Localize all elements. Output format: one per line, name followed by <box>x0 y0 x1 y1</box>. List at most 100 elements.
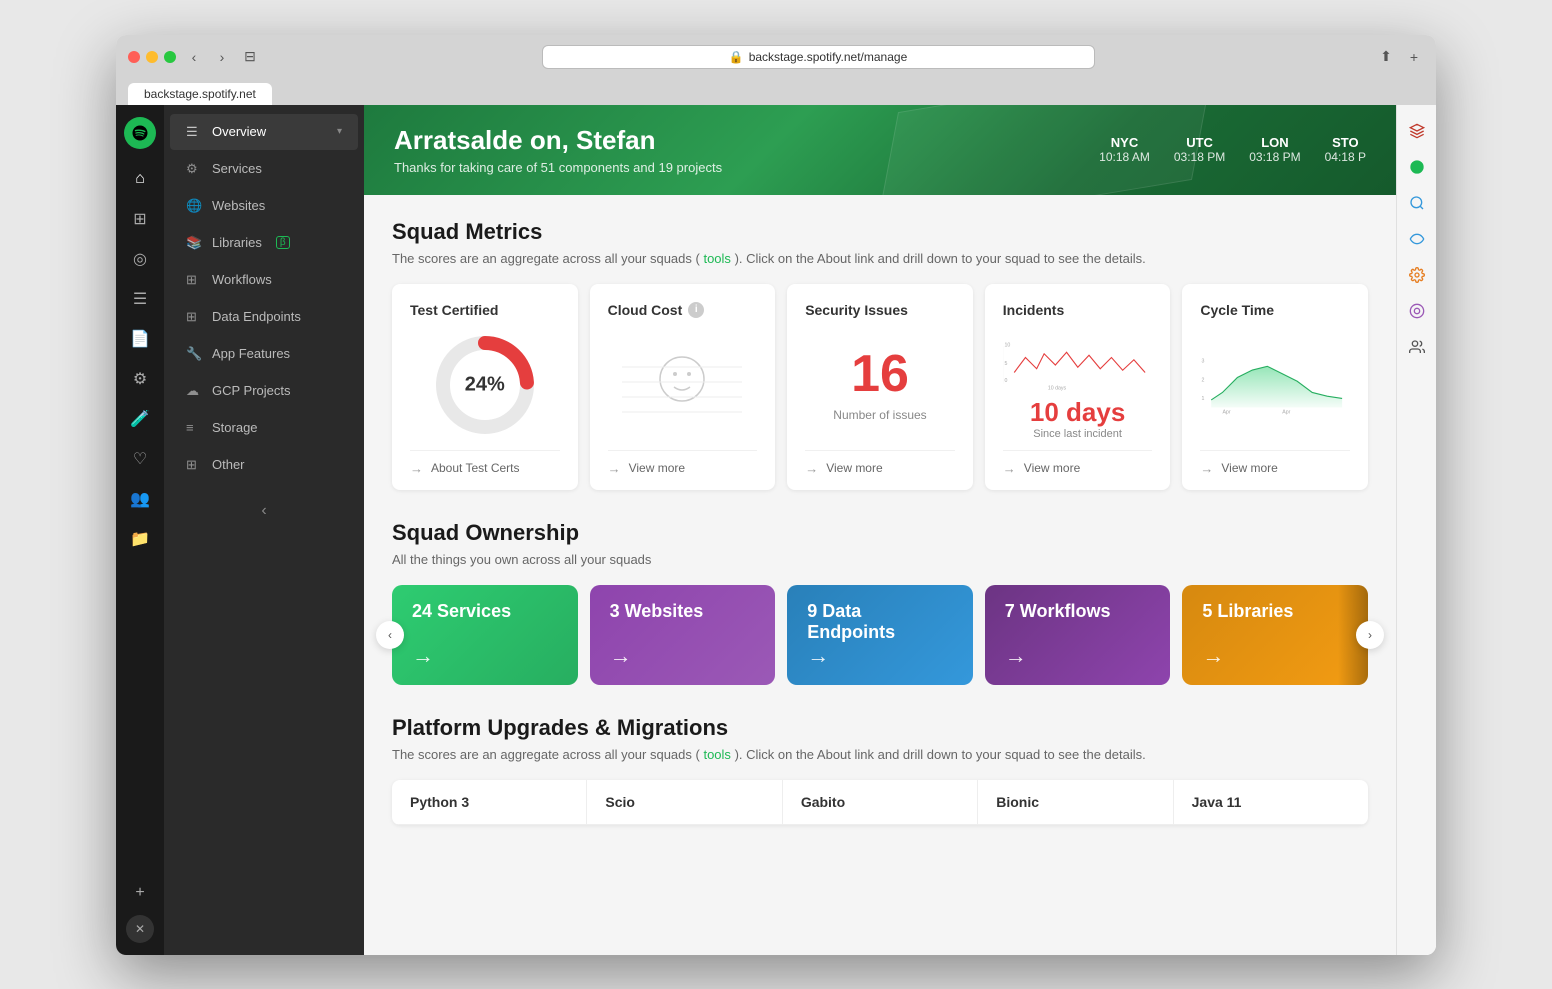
rail-home-icon[interactable]: ⌂ <box>122 161 158 197</box>
metric-card-cycle-time: Cycle Time 3 2 1 Apr Apr <box>1182 284 1368 490</box>
sidebar-item-app-features[interactable]: 🔧 App Features <box>170 336 358 372</box>
close-button[interactable] <box>128 51 140 63</box>
sidebar-label-data-endpoints: Data Endpoints <box>212 309 301 324</box>
ownership-card-websites[interactable]: 3 Websites → <box>590 585 776 685</box>
header-clocks: NYC 10:18 AM UTC 03:18 PM LON 03:18 PM S… <box>1099 135 1366 164</box>
security-issues-body: 16 Number of issues <box>805 330 955 440</box>
browser-tabs: backstage.spotify.net <box>128 77 1424 105</box>
rp-people-icon[interactable] <box>1403 333 1431 361</box>
rail-close-icon[interactable]: ✕ <box>126 915 154 943</box>
header-title: Arratsalde on, Stefan <box>394 125 722 156</box>
rail-docs-icon[interactable]: ☰ <box>122 281 158 317</box>
svg-text:0: 0 <box>1004 378 1007 384</box>
sidebar-item-services[interactable]: ⚙ Services <box>170 151 358 187</box>
rail-search-icon[interactable]: ◎ <box>122 241 158 277</box>
ownership-card-workflows[interactable]: 7 Workflows → <box>985 585 1171 685</box>
address-bar[interactable]: 🔒 backstage.spotify.net/manage <box>542 45 1095 69</box>
security-arrow-icon: → <box>805 461 818 476</box>
tab-view-button[interactable]: ⊟ <box>240 47 260 67</box>
cloud-cost-title: Cloud Cost i <box>608 302 758 318</box>
rail-settings-icon[interactable]: ⚙ <box>122 361 158 397</box>
minimize-button[interactable] <box>146 51 158 63</box>
metric-card-security: Security Issues 16 Number of issues → Vi… <box>787 284 973 490</box>
rp-layers-icon[interactable] <box>1403 117 1431 145</box>
sidebar-item-workflows[interactable]: ⊞ Workflows <box>170 262 358 298</box>
test-certified-footer[interactable]: → About Test Certs <box>410 450 560 476</box>
lock-icon: 🔒 <box>729 50 744 64</box>
cloud-cost-sparkline <box>612 347 752 422</box>
clock-sto-tz: STO <box>1325 135 1366 150</box>
sidebar-item-websites[interactable]: 🌐 Websites <box>170 188 358 224</box>
security-issues-footer[interactable]: → View more <box>805 450 955 476</box>
rail-heart-icon[interactable]: ♡ <box>122 441 158 477</box>
donut-percentage: 24% <box>465 373 505 396</box>
incidents-body: 10 5 0 10 days 10 days Since last incide… <box>1003 330 1153 440</box>
rail-people-icon[interactable]: 👥 <box>122 481 158 517</box>
rail-folder-icon[interactable]: 📁 <box>122 521 158 557</box>
rp-wave-icon[interactable] <box>1403 225 1431 253</box>
rail-flask-icon[interactable]: 🧪 <box>122 401 158 437</box>
sidebar-item-overview[interactable]: ☰ Overview ▾ <box>170 114 358 150</box>
rp-spotify-icon[interactable] <box>1403 153 1431 181</box>
cloud-cost-footer[interactable]: → View more <box>608 450 758 476</box>
scroll-right-button[interactable]: › <box>1356 621 1384 649</box>
main-content: Arratsalde on, Stefan Thanks for taking … <box>364 105 1396 955</box>
active-tab[interactable]: backstage.spotify.net <box>128 83 272 105</box>
rp-circle-icon[interactable] <box>1403 297 1431 325</box>
incidents-info: 10 days Since last incident <box>1003 397 1153 440</box>
ownership-cards-wrapper: ‹ 24 Services → 3 Websites → 9 D <box>392 585 1368 685</box>
clock-nyc: NYC 10:18 AM <box>1099 135 1150 164</box>
svg-text:10 days: 10 days <box>1048 385 1067 391</box>
ownership-card-endpoints[interactable]: 9 Data Endpoints → <box>787 585 973 685</box>
app-features-icon: 🔧 <box>186 346 202 362</box>
info-icon[interactable]: i <box>688 302 704 318</box>
back-button[interactable]: ‹ <box>184 47 204 67</box>
platform-upgrades-subtitle: The scores are an aggregate across all y… <box>392 747 1368 762</box>
sidebar-item-gcp-projects[interactable]: ☁ GCP Projects <box>170 373 358 409</box>
clock-nyc-time: 10:18 AM <box>1099 150 1150 164</box>
cycle-time-footer[interactable]: → View more <box>1200 450 1350 476</box>
sidebar-label-gcp-projects: GCP Projects <box>212 383 291 398</box>
incidents-footer[interactable]: → View more <box>1003 450 1153 476</box>
gcp-projects-icon: ☁ <box>186 383 202 399</box>
maximize-button[interactable] <box>164 51 176 63</box>
tools-link[interactable]: tools <box>703 251 730 266</box>
ownership-card-services[interactable]: 24 Services → <box>392 585 578 685</box>
scroll-left-button[interactable]: ‹ <box>376 621 404 649</box>
rail-add-icon[interactable]: + <box>122 875 158 911</box>
arrow-right-icon: → <box>410 461 423 476</box>
spotify-logo[interactable] <box>124 117 156 149</box>
clock-nyc-tz: NYC <box>1099 135 1150 150</box>
sidebar-item-libraries[interactable]: 📚 Libraries β <box>170 225 358 261</box>
app-container: ⌂ ⊞ ◎ ☰ 📄 ⚙ 🧪 ♡ 👥 📁 + ✕ ☰ Overview ▾ <box>116 105 1436 955</box>
rp-gear-icon[interactable] <box>1403 261 1431 289</box>
platform-table: Python 3 Scio Gabito Bionic Java 11 <box>392 780 1368 825</box>
forward-button[interactable]: › <box>212 47 232 67</box>
clock-lon: LON 03:18 PM <box>1249 135 1300 164</box>
sidebar-label-libraries: Libraries <box>212 235 262 250</box>
new-tab-button[interactable]: + <box>1404 47 1424 67</box>
rp-search-icon[interactable] <box>1403 189 1431 217</box>
squad-ownership-title: Squad Ownership <box>392 520 1368 546</box>
sidebar-label-websites: Websites <box>212 198 265 213</box>
websites-card-label: 3 Websites <box>610 601 756 622</box>
overview-chevron: ▾ <box>337 126 342 137</box>
svg-text:5: 5 <box>1004 361 1007 367</box>
platform-col-java11: Java 11 <box>1174 780 1368 824</box>
rail-file-icon[interactable]: 📄 <box>122 321 158 357</box>
platform-tools-link[interactable]: tools <box>703 747 730 762</box>
share-button[interactable]: ⬆ <box>1376 47 1396 67</box>
sidebar-item-storage[interactable]: ≡ Storage <box>170 410 358 446</box>
rail-grid-icon[interactable]: ⊞ <box>122 201 158 237</box>
ownership-card-libraries[interactable]: 5 Libraries → <box>1182 585 1368 685</box>
sidebar-item-data-endpoints[interactable]: ⊞ Data Endpoints <box>170 299 358 335</box>
platform-table-header: Python 3 Scio Gabito Bionic Java 11 <box>392 780 1368 825</box>
sidebar-collapse-button[interactable]: ‹ <box>164 492 364 530</box>
browser-controls: ‹ › ⊟ 🔒 backstage.spotify.net/manage ⬆ + <box>128 45 1424 69</box>
squad-metrics-section: Squad Metrics The scores are an aggregat… <box>392 219 1368 490</box>
platform-col-bionic: Bionic <box>978 780 1173 824</box>
services-card-arrow: → <box>412 643 558 669</box>
sidebar-item-other[interactable]: ⊞ Other <box>170 447 358 483</box>
workflows-card-label: 7 Workflows <box>1005 601 1151 622</box>
cloud-cost-body <box>608 330 758 440</box>
